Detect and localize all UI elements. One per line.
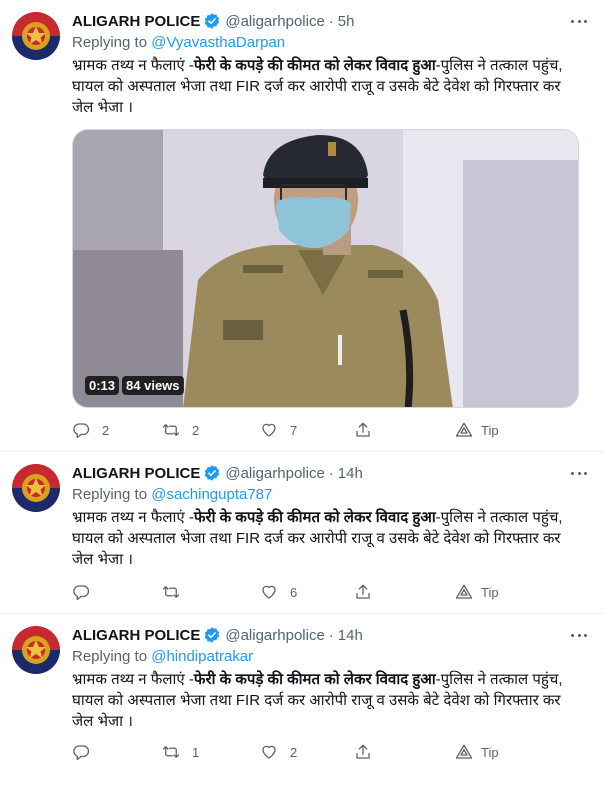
reply-count: 2	[102, 422, 110, 438]
author-handle[interactable]: @aligarhpolice	[225, 627, 324, 644]
verified-badge-icon	[205, 13, 220, 29]
like-icon	[262, 585, 276, 599]
mention-link[interactable]: @hindipatrakar	[151, 648, 253, 665]
share-icon	[356, 584, 370, 599]
tweet-text-pre: भ्रामक तथ्य न फैलाएं -	[72, 509, 194, 526]
reply-icon	[73, 585, 90, 601]
retweet-count: 1	[192, 744, 200, 760]
avatar[interactable]	[12, 12, 60, 60]
video-badges: 0:13 84 views	[85, 376, 184, 395]
video-player[interactable]: 0:13 84 views	[72, 129, 579, 408]
like-count: 7	[290, 422, 298, 438]
like-count: 2	[290, 744, 298, 760]
replying-to: Replying to @VyavasthaDarpan	[72, 33, 589, 53]
tip-label: Tip	[481, 744, 499, 760]
author-handle[interactable]: @aligarhpolice	[225, 13, 324, 30]
share-button[interactable]	[354, 420, 372, 440]
replying-prefix: Replying to	[72, 486, 152, 503]
video-thumbnail	[73, 130, 578, 407]
mention-link[interactable]: @sachingupta787	[151, 486, 272, 503]
author-name[interactable]: ALIGARH POLICE	[72, 627, 200, 644]
tweet-actions: 1 2 Tip	[72, 742, 512, 762]
share-icon	[356, 422, 370, 437]
reply-button[interactable]	[72, 582, 102, 602]
tweet-text-bold: फेरी के कपड़े की कीमत को लेकर विवाद हुआ	[193, 509, 436, 526]
tweet-text-pre: भ्रामक तथ्य न फैलाएं -	[72, 671, 194, 688]
verified-badge-icon	[205, 465, 220, 481]
retweet-button[interactable]	[162, 582, 192, 602]
timestamp[interactable]: 14h	[338, 627, 363, 644]
tip-button[interactable]: Tip	[455, 742, 499, 762]
like-count: 6	[290, 584, 298, 600]
tip-icon	[455, 422, 473, 437]
tip-label: Tip	[481, 422, 499, 438]
separator-dot: ·	[328, 12, 334, 30]
like-icon	[262, 745, 276, 759]
video-duration: 0:13	[85, 376, 120, 395]
avatar[interactable]	[12, 626, 60, 674]
tweet[interactable]: ALIGARH POLICE @aligarhpolice · 14h Repl…	[0, 452, 605, 614]
reply-button[interactable]: 2	[72, 420, 109, 440]
separator-dot: ·	[328, 464, 334, 482]
video-views: 84 views	[122, 376, 184, 395]
police-emblem-icon	[12, 464, 60, 512]
author-name[interactable]: ALIGARH POLICE	[72, 465, 200, 482]
like-button[interactable]: 7	[260, 420, 297, 440]
reply-icon	[73, 745, 90, 761]
reply-icon	[73, 423, 90, 439]
tweet-actions: 6 Tip	[72, 582, 512, 602]
tweet-actions: 2 2 7 Tip	[72, 420, 512, 440]
tip-label: Tip	[481, 584, 499, 600]
timestamp[interactable]: 5h	[338, 13, 355, 30]
tweet-text-bold: फेरी के कपड़े की कीमत को लेकर विवाद हुआ	[193, 671, 436, 688]
author-name[interactable]: ALIGARH POLICE	[72, 13, 200, 30]
share-button[interactable]	[354, 582, 372, 602]
verified-badge-icon	[205, 627, 220, 643]
share-icon	[356, 744, 370, 759]
tweet-text: भ्रामक तथ्य न फैलाएं -फेरी के कपड़े की क…	[72, 669, 582, 732]
like-button[interactable]: 2	[260, 742, 297, 762]
reply-button[interactable]	[72, 742, 102, 762]
retweet-icon	[162, 424, 180, 436]
replying-prefix: Replying to	[72, 34, 152, 51]
like-button[interactable]: 6	[260, 582, 297, 602]
more-options-icon[interactable]	[569, 626, 589, 644]
tip-button[interactable]: Tip	[455, 420, 499, 440]
police-emblem-icon	[12, 626, 60, 674]
retweet-count: 2	[192, 422, 200, 438]
tweet-text: भ्रामक तथ्य न फैलाएं -फेरी के कपड़े की क…	[72, 55, 582, 118]
tip-icon	[455, 584, 473, 599]
replying-to: Replying to @sachingupta787	[72, 485, 589, 505]
tip-button[interactable]: Tip	[455, 582, 499, 602]
tweet-text: भ्रामक तथ्य न फैलाएं -फेरी के कपड़े की क…	[72, 507, 582, 570]
police-emblem-icon	[12, 12, 60, 60]
more-options-icon[interactable]	[569, 12, 589, 30]
retweet-icon	[162, 586, 180, 598]
retweet-button[interactable]: 2	[162, 420, 199, 440]
replying-prefix: Replying to	[72, 648, 152, 665]
retweet-button[interactable]: 1	[162, 742, 199, 762]
tweet-text-bold: फेरी के कपड़े की कीमत को लेकर विवाद हुआ	[193, 57, 436, 74]
author-handle[interactable]: @aligarhpolice	[225, 465, 324, 482]
like-icon	[262, 423, 276, 437]
tweet[interactable]: ALIGARH POLICE @aligarhpolice · 14h Repl…	[0, 614, 605, 785]
avatar[interactable]	[12, 464, 60, 512]
tweet-text-pre: भ्रामक तथ्य न फैलाएं -	[72, 57, 194, 74]
tweet[interactable]: ALIGARH POLICE @aligarhpolice · 5h Reply…	[0, 0, 605, 452]
separator-dot: ·	[328, 626, 334, 644]
replying-to: Replying to @hindipatrakar	[72, 647, 589, 667]
retweet-icon	[162, 746, 180, 758]
share-button[interactable]	[354, 742, 372, 762]
tip-icon	[455, 744, 473, 759]
timestamp[interactable]: 14h	[338, 465, 363, 482]
more-options-icon[interactable]	[569, 464, 589, 482]
mention-link[interactable]: @VyavasthaDarpan	[151, 34, 285, 51]
